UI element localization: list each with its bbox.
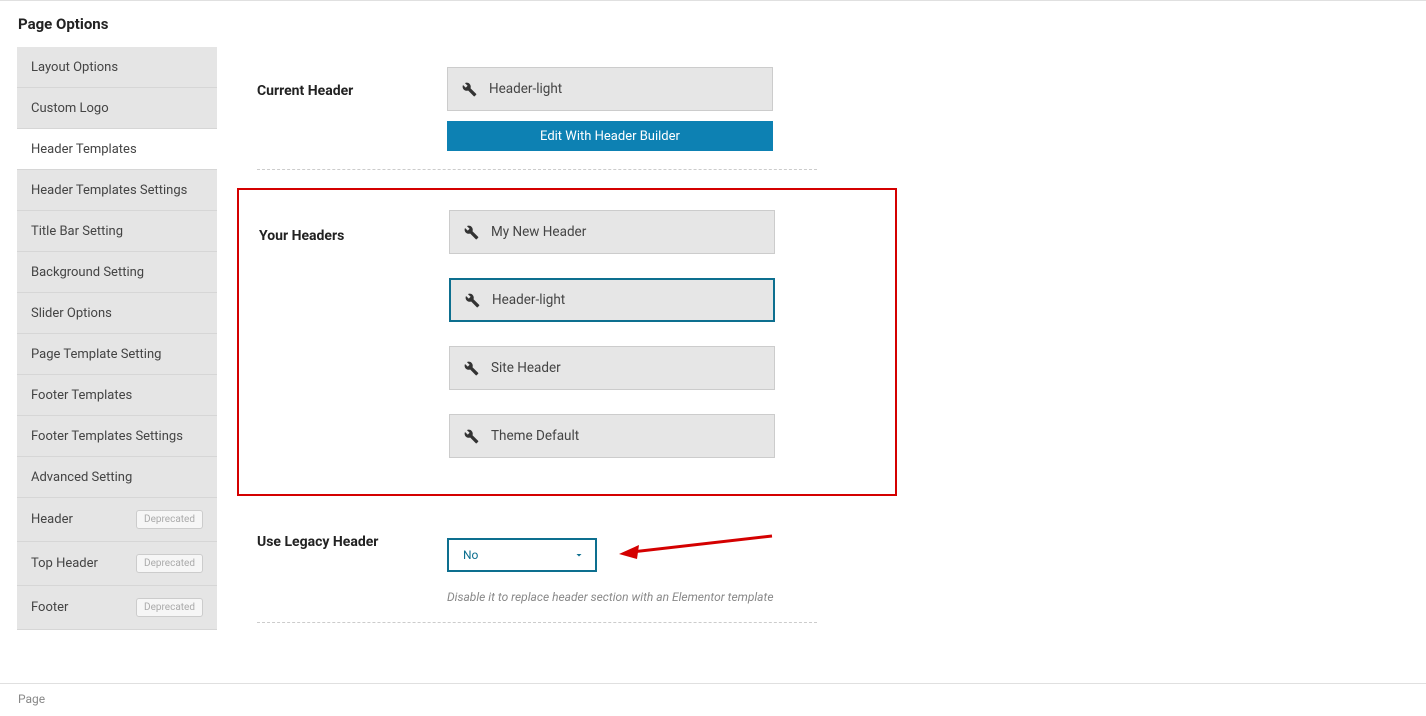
sidebar-item-custom-logo[interactable]: Custom Logo [17, 88, 217, 129]
footer-text: Page [0, 683, 1426, 706]
sidebar-item-header-templates-settings[interactable]: Header Templates Settings [17, 170, 217, 211]
sidebar-item-label: Custom Logo [31, 101, 109, 116]
sidebar-item-label: Header [31, 512, 73, 527]
sidebar-item-footer-templates-settings[interactable]: Footer Templates Settings [17, 416, 217, 457]
legacy-header-select[interactable]: No [447, 538, 597, 572]
sidebar-item-label: Page Template Setting [31, 347, 161, 362]
legacy-header-value: No [463, 548, 478, 562]
sidebar-item-label: Title Bar Setting [31, 224, 123, 239]
sidebar-item-footer-legacy[interactable]: Footer Deprecated [17, 586, 217, 630]
sidebar-item-label: Background Setting [31, 265, 144, 280]
deprecated-badge: Deprecated [136, 598, 203, 617]
chevron-down-icon [573, 549, 585, 561]
page-title: Page Options [0, 1, 1426, 47]
sidebar-item-header-legacy[interactable]: Header Deprecated [17, 498, 217, 542]
content-panel: Current Header Header-light Edit With He… [217, 47, 1426, 661]
header-option-header-light[interactable]: Header-light [449, 278, 775, 322]
sidebar-item-advanced-setting[interactable]: Advanced Setting [17, 457, 217, 498]
sidebar: Layout Options Custom Logo Header Templa… [17, 47, 217, 630]
sidebar-item-header-templates[interactable]: Header Templates [17, 129, 217, 170]
legacy-header-label: Use Legacy Header [257, 518, 447, 550]
sidebar-item-footer-templates[interactable]: Footer Templates [17, 375, 217, 416]
your-headers-highlight: Your Headers My New Header Header-light [237, 188, 897, 496]
deprecated-badge: Deprecated [136, 510, 203, 529]
header-option-label: Theme Default [491, 428, 579, 444]
sidebar-item-label: Footer Templates [31, 388, 132, 403]
sidebar-item-label: Top Header [31, 556, 98, 571]
header-option-label: Site Header [491, 360, 561, 376]
tools-icon [464, 361, 479, 376]
sidebar-item-title-bar-setting[interactable]: Title Bar Setting [17, 211, 217, 252]
header-option-site-header[interactable]: Site Header [449, 346, 775, 390]
header-option-label: My New Header [491, 224, 586, 240]
deprecated-badge: Deprecated [136, 554, 203, 573]
your-headers-label: Your Headers [259, 210, 449, 244]
sidebar-item-slider-options[interactable]: Slider Options [17, 293, 217, 334]
sidebar-item-label: Footer [31, 600, 68, 615]
sidebar-item-top-header-legacy[interactable]: Top Header Deprecated [17, 542, 217, 586]
current-header-value: Header-light [489, 81, 562, 97]
tools-icon [465, 293, 480, 308]
sidebar-item-label: Advanced Setting [31, 470, 132, 485]
divider [257, 169, 817, 170]
red-arrow-annotation-icon [617, 532, 777, 562]
divider [257, 622, 817, 623]
sidebar-item-label: Header Templates Settings [31, 183, 187, 198]
tools-icon [464, 225, 479, 240]
header-option-theme-default[interactable]: Theme Default [449, 414, 775, 458]
sidebar-item-label: Footer Templates Settings [31, 429, 183, 444]
edit-header-builder-button[interactable]: Edit With Header Builder [447, 121, 773, 151]
sidebar-item-label: Layout Options [31, 60, 118, 75]
current-header-box[interactable]: Header-light [447, 67, 773, 111]
sidebar-item-background-setting[interactable]: Background Setting [17, 252, 217, 293]
sidebar-item-page-template-setting[interactable]: Page Template Setting [17, 334, 217, 375]
legacy-header-hint: Disable it to replace header section wit… [447, 590, 774, 604]
header-option-my-new-header[interactable]: My New Header [449, 210, 775, 254]
sidebar-item-label: Header Templates [31, 142, 137, 157]
sidebar-item-label: Slider Options [31, 306, 112, 321]
header-option-label: Header-light [492, 292, 565, 308]
tools-icon [462, 82, 477, 97]
current-header-label: Current Header [257, 67, 447, 99]
tools-icon [464, 429, 479, 444]
sidebar-item-layout-options[interactable]: Layout Options [17, 47, 217, 88]
